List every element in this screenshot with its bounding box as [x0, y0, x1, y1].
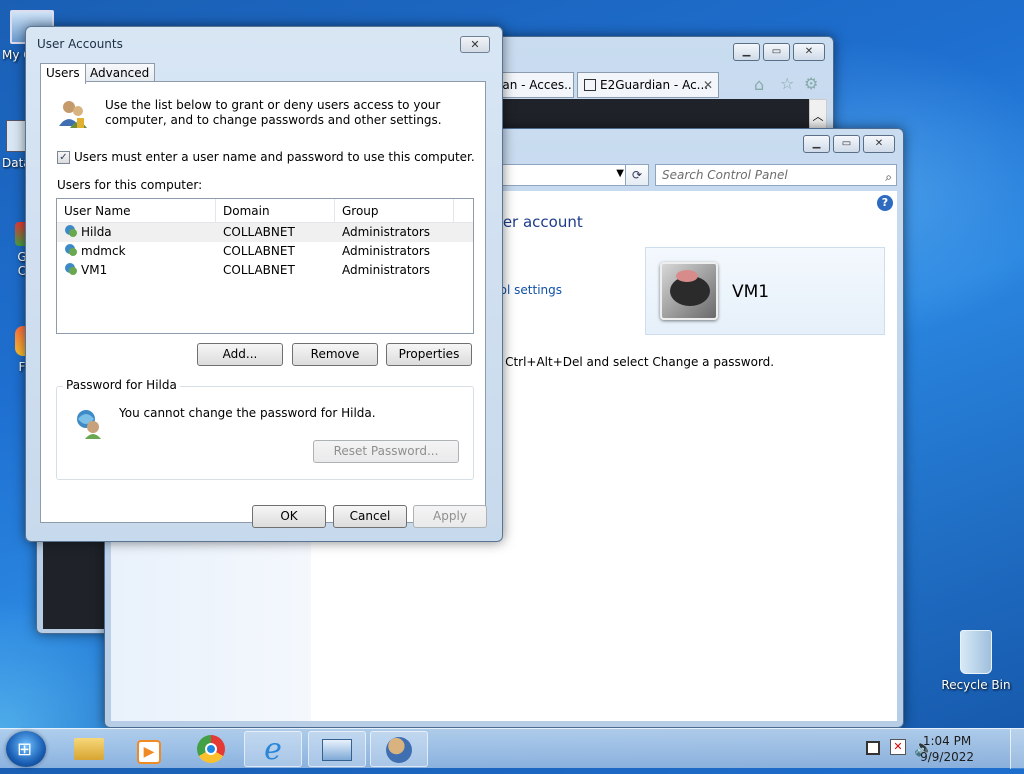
tab-advanced[interactable]: Advanced: [84, 63, 156, 83]
start-button[interactable]: ⊞: [6, 731, 46, 767]
user-accounts-icon: [386, 737, 412, 763]
table-row[interactable]: VM1 COLLABNET Administrators: [57, 261, 473, 280]
tab-panel-users: Use the list below to grant or deny user…: [40, 81, 486, 523]
network-icon[interactable]: [866, 741, 880, 755]
tab-label: ian - Acces...: [499, 78, 574, 92]
window-caption-buttons: ▁ ▭ ✕: [803, 135, 895, 153]
column-header-user-name[interactable]: User Name: [57, 199, 216, 223]
page-icon: [584, 79, 596, 91]
apply-button[interactable]: Apply: [413, 505, 487, 528]
help-icon[interactable]: ?: [877, 195, 893, 211]
require-login-checkbox[interactable]: ✓: [57, 150, 70, 164]
close-button[interactable]: ✕: [460, 36, 490, 53]
home-icon[interactable]: ⌂: [754, 75, 764, 94]
user-name-cell: mdmck: [81, 244, 126, 258]
refresh-button[interactable]: ⟳: [625, 164, 649, 186]
taskbar-internet-explorer[interactable]: e: [244, 731, 302, 767]
recycle-bin-icon: [960, 630, 992, 674]
remove-user-button[interactable]: Remove: [292, 343, 378, 366]
desktop-icon-recycle-bin[interactable]: Recycle Bin: [938, 630, 1014, 692]
user-name: VM1: [732, 282, 770, 302]
maximize-button[interactable]: ▭: [763, 43, 790, 61]
properties-button[interactable]: Properties: [386, 343, 472, 366]
taskbar-control-panel[interactable]: [308, 731, 366, 767]
browser-tab-active[interactable]: E2Guardian - Ac... ✕: [577, 72, 719, 98]
close-button[interactable]: ✕: [793, 43, 825, 61]
group-cell: Administrators: [342, 263, 431, 277]
desktop-icon-label: Recycle Bin: [941, 678, 1011, 692]
clock-time: 1:04 PM: [922, 734, 972, 748]
turntable-label: [676, 270, 698, 282]
password-groupbox: Password for Hilda You cannot change the…: [56, 378, 474, 480]
window-caption-buttons: ▁ ▭ ✕: [733, 43, 825, 61]
taskbar-media-player[interactable]: ▶: [120, 731, 178, 767]
tab-label: E2Guardian - Ac...: [600, 78, 709, 92]
table-row[interactable]: Hilda COLLABNET Administrators: [57, 223, 473, 242]
taskbar-chrome[interactable]: [182, 731, 240, 767]
password-hint-text: s Ctrl+Alt+Del and select Change a passw…: [495, 355, 775, 369]
address-bar[interactable]: ▼: [501, 164, 629, 186]
info-text: Use the list below to grant or deny user…: [105, 98, 442, 127]
chevron-down-icon[interactable]: ▼: [616, 168, 624, 179]
windows-logo-icon: ⊞: [17, 739, 33, 760]
minimize-button[interactable]: ▁: [803, 135, 830, 153]
taskbar-file-explorer[interactable]: [60, 731, 118, 767]
page-title: ser account: [495, 213, 583, 231]
control-panel-icon: [322, 739, 352, 761]
users-icon: [59, 101, 87, 128]
user-tile: VM1: [645, 247, 885, 335]
cancel-button[interactable]: Cancel: [333, 505, 407, 528]
ok-button[interactable]: OK: [252, 505, 326, 528]
password-message: You cannot change the password for Hilda…: [119, 406, 376, 420]
tab-users[interactable]: Users: [40, 63, 86, 84]
table-row[interactable]: mdmck COLLABNET Administrators: [57, 242, 473, 261]
taskbar: ⊞ ▶ e ✕ 🔈 1:04 PM 9/9/2022: [0, 728, 1024, 769]
close-button[interactable]: ✕: [863, 135, 895, 153]
action-center-icon[interactable]: ✕: [890, 739, 906, 755]
require-login-label: Users must enter a user name and passwor…: [74, 150, 475, 164]
password-group-label: Password for Hilda: [63, 378, 180, 392]
avatar: [660, 262, 718, 320]
search-input[interactable]: Search Control Panel ⌕: [655, 164, 897, 186]
browser-tab[interactable]: ian - Acces...: [492, 72, 574, 98]
add-user-button[interactable]: Add...: [197, 343, 283, 366]
maximize-button[interactable]: ▭: [833, 135, 860, 153]
favorites-icon[interactable]: ☆: [780, 74, 794, 93]
user-accounts-dialog[interactable]: User Accounts ✕ Users Advanced Use the l…: [25, 26, 503, 542]
dialog-title: User Accounts: [37, 37, 123, 51]
reset-password-button[interactable]: Reset Password...: [313, 440, 459, 463]
domain-cell: COLLABNET: [223, 263, 295, 277]
search-placeholder: Search Control Panel: [662, 168, 788, 182]
list-header: User Name Domain Group: [57, 199, 473, 223]
user-name-cell: VM1: [81, 263, 108, 277]
user-icon: [65, 244, 77, 256]
clock-date: 9/9/2022: [920, 750, 974, 764]
settings-icon[interactable]: ⚙: [804, 74, 818, 93]
system-clock[interactable]: 1:04 PM 9/9/2022: [920, 733, 974, 765]
user-icon: [65, 263, 77, 275]
users-list[interactable]: User Name Domain Group Hilda COLLABNET A…: [56, 198, 474, 334]
browser-tabstrip: ian - Acces... E2Guardian - Ac... ✕ ⌂ ☆ …: [492, 72, 818, 98]
group-cell: Administrators: [342, 244, 431, 258]
settings-link[interactable]: rol settings: [495, 283, 562, 297]
search-icon[interactable]: ⌕: [885, 167, 892, 187]
taskbar-user-accounts[interactable]: [370, 731, 428, 767]
group-cell: Administrators: [342, 225, 431, 239]
minimize-button[interactable]: ▁: [733, 43, 760, 61]
internet-explorer-icon: e: [264, 732, 282, 767]
user-name-cell: Hilda: [81, 225, 112, 239]
user-password-icon: [77, 410, 101, 439]
column-header-group[interactable]: Group: [335, 199, 454, 223]
show-desktop-button[interactable]: [1010, 729, 1024, 769]
media-player-icon: ▶: [137, 740, 161, 764]
chrome-icon: [197, 735, 225, 763]
require-login-row: ✓ Users must enter a user name and passw…: [57, 150, 475, 164]
user-icon: [65, 225, 77, 237]
column-header-domain[interactable]: Domain: [216, 199, 335, 223]
file-explorer-icon: [74, 738, 104, 760]
domain-cell: COLLABNET: [223, 244, 295, 258]
tab-close-icon[interactable]: ✕: [703, 73, 713, 97]
domain-cell: COLLABNET: [223, 225, 295, 239]
users-label: Users for this computer:: [57, 178, 203, 192]
